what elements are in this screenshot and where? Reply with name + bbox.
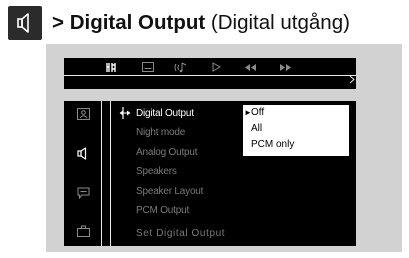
- fast-forward-icon[interactable]: [279, 61, 292, 73]
- sidebar-divider-right: [110, 101, 111, 246]
- play-icon[interactable]: [212, 61, 221, 73]
- option-all[interactable]: All: [251, 123, 262, 134]
- audio-icon[interactable]: [174, 61, 188, 73]
- page-title: > Digital Output (Digital utgång): [52, 11, 350, 35]
- audio-setup-icon[interactable]: [72, 144, 94, 162]
- general-setup-icon[interactable]: [72, 105, 94, 123]
- menu-item-analog-output[interactable]: Analog Output: [136, 147, 198, 158]
- parental-icon[interactable]: [72, 222, 94, 240]
- sidebar-divider-left: [101, 101, 102, 246]
- topbar-divider: [64, 75, 356, 76]
- speaker-icon: [8, 6, 42, 40]
- menu-item-pcm-output[interactable]: PCM Output: [136, 205, 189, 216]
- cursor-icon: [119, 106, 131, 120]
- title-subtitle: (Digital utgång): [210, 11, 350, 34]
- menu-item-digital-output[interactable]: Digital Output: [136, 108, 194, 119]
- chevron-right-icon: [349, 71, 355, 89]
- preference-icon[interactable]: [72, 184, 94, 202]
- title-prefix: >: [52, 11, 64, 34]
- rewind-icon[interactable]: [244, 61, 257, 73]
- subtitle-icon[interactable]: [142, 61, 154, 73]
- title-main: Digital Output: [69, 11, 206, 34]
- title-row: > Digital Output (Digital utgång): [8, 5, 350, 41]
- option-off[interactable]: Off: [251, 107, 264, 118]
- digital-output-dropdown[interactable]: ► Off All PCM only: [242, 104, 350, 157]
- status-text: Set Digital Output: [136, 228, 226, 239]
- menu-item-night-mode[interactable]: Night mode: [136, 127, 185, 138]
- top-menu-bar: [64, 58, 356, 89]
- option-pcm-only[interactable]: PCM only: [251, 139, 294, 150]
- settings-tab-icon[interactable]: [106, 61, 118, 73]
- settings-panel: Digital Output Night mode Analog Output …: [64, 101, 356, 246]
- menu-item-speaker-layout[interactable]: Speaker Layout: [136, 186, 203, 197]
- menu-item-speakers[interactable]: Speakers: [136, 166, 177, 177]
